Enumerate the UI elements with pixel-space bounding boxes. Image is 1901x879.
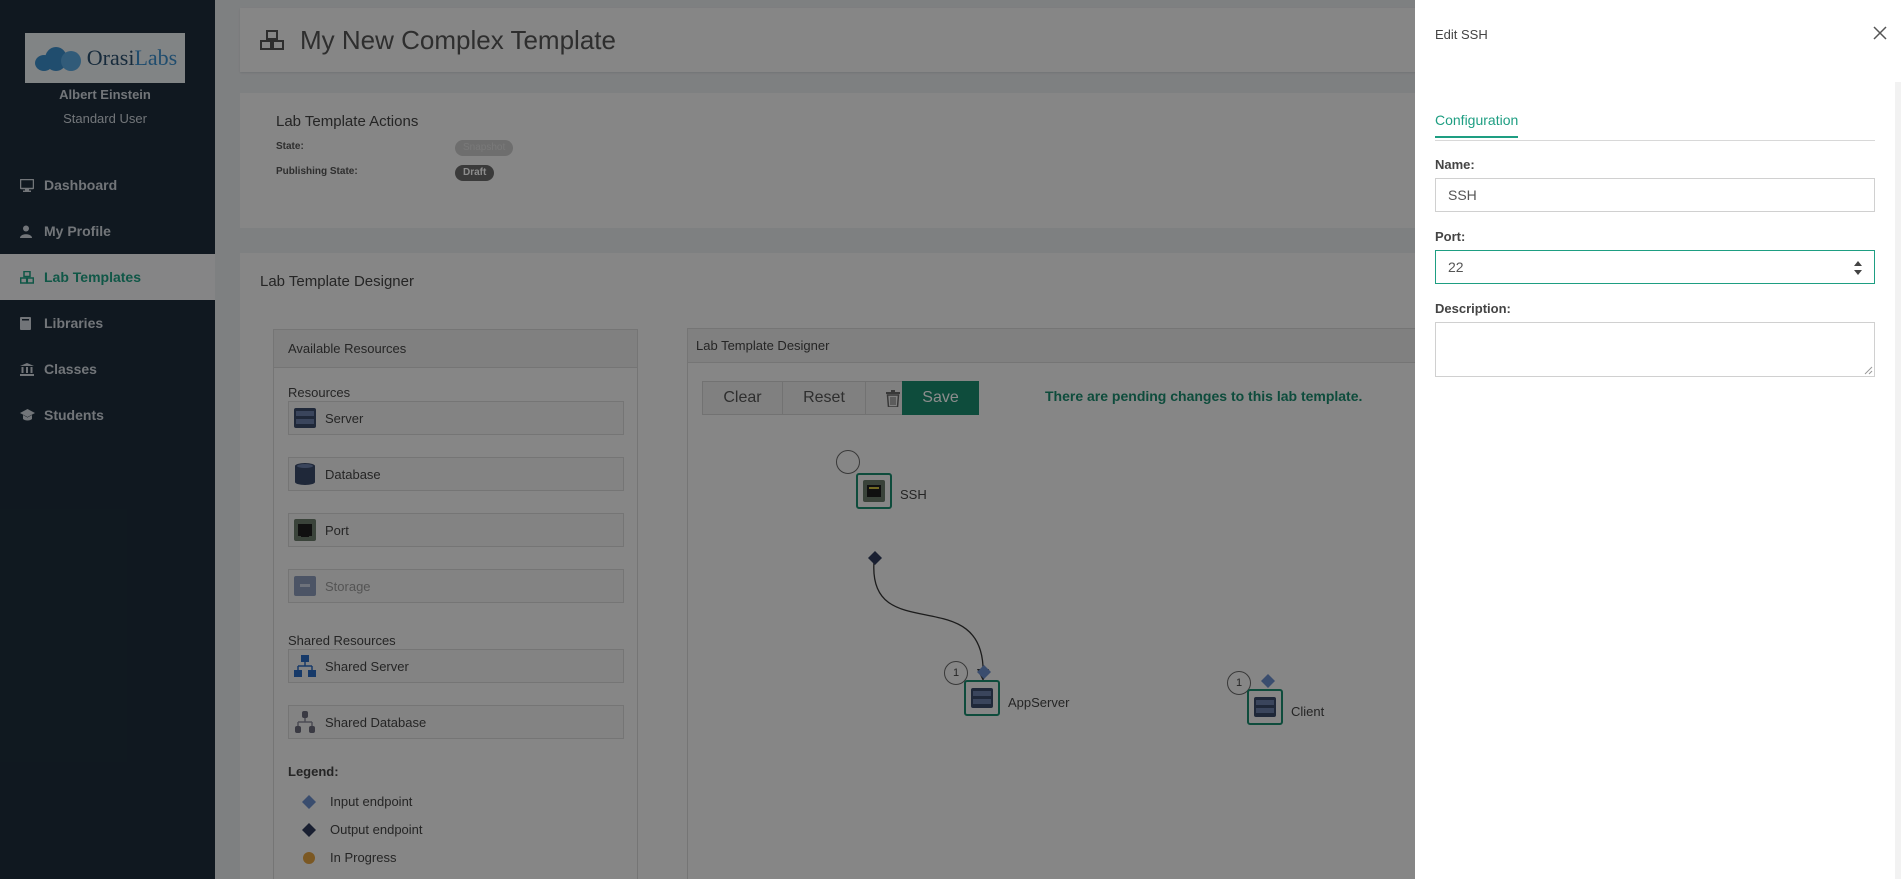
modal-backdrop[interactable]: [0, 0, 1415, 879]
port-label: Port:: [1435, 229, 1466, 244]
resize-handle-icon[interactable]: [1863, 365, 1873, 375]
close-icon[interactable]: [1871, 24, 1889, 42]
panel-scrollbar[interactable]: [1895, 82, 1901, 879]
tab-configuration[interactable]: Configuration: [1435, 112, 1519, 138]
name-label: Name:: [1435, 157, 1475, 172]
name-input[interactable]: [1435, 178, 1875, 212]
description-label: Description:: [1435, 301, 1511, 316]
edit-ssh-panel: Edit SSH Configuration Name: Port: Descr…: [1415, 0, 1901, 879]
port-stepper-icon[interactable]: [1852, 258, 1864, 278]
port-input[interactable]: [1435, 250, 1875, 284]
description-textarea[interactable]: [1435, 322, 1875, 377]
panel-title: Edit SSH: [1435, 27, 1488, 42]
tab-divider: [1435, 140, 1875, 141]
